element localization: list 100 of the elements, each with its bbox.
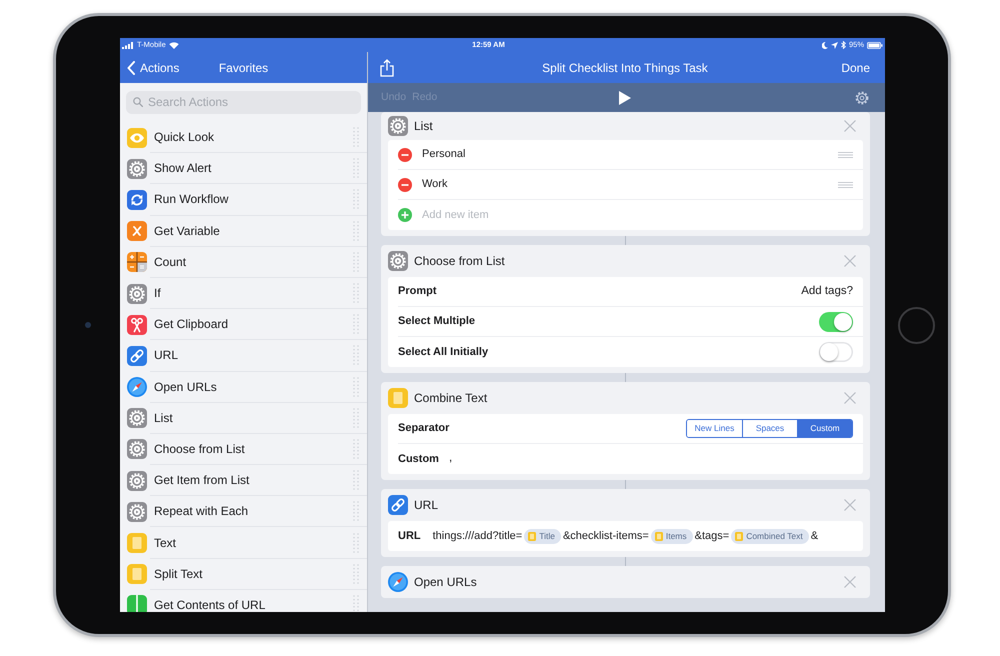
document-icon xyxy=(654,532,663,540)
connector-line xyxy=(625,557,626,566)
list-item-field[interactable]: Personal xyxy=(422,146,838,163)
settings-button[interactable] xyxy=(855,90,869,104)
action-list-item[interactable]: Get Variable xyxy=(120,216,367,247)
list-item-field[interactable]: Work xyxy=(422,176,838,193)
drag-handle-icon[interactable] xyxy=(353,564,359,584)
parameter-field[interactable]: Add tags? xyxy=(436,282,853,300)
close-icon xyxy=(844,255,856,267)
close-icon xyxy=(844,392,856,404)
url-text: &checklist-items= xyxy=(562,528,649,544)
bar-tile-icon xyxy=(127,595,147,612)
action-title: Choose from List xyxy=(414,253,506,270)
action-list-item[interactable]: Show Alert xyxy=(120,153,367,184)
reorder-handle-icon[interactable] xyxy=(838,182,853,188)
parameter-label: Select All Initially xyxy=(398,344,488,360)
url-field[interactable]: things:///add?title= Title &checklist-items= Items &tags= Combined Text & xyxy=(432,528,853,544)
close-button[interactable] xyxy=(844,576,856,588)
search-field[interactable]: Search Actions xyxy=(126,90,361,114)
gear-icon xyxy=(127,408,147,428)
action-list-item[interactable]: Open URLs xyxy=(120,372,367,403)
gear-icon xyxy=(127,158,147,179)
done-button[interactable]: Done xyxy=(841,62,870,74)
drag-handle-icon[interactable] xyxy=(353,376,359,397)
action-title: List xyxy=(414,118,434,135)
close-icon xyxy=(844,499,856,511)
drag-handle-icon[interactable] xyxy=(353,345,359,366)
document-icon xyxy=(388,388,408,408)
toggle-switch[interactable] xyxy=(819,312,853,332)
play-button[interactable] xyxy=(619,90,631,104)
action-list-item[interactable]: Get Contents of URL xyxy=(120,590,367,612)
remove-icon[interactable] xyxy=(398,148,412,162)
action-list-item[interactable]: URL xyxy=(120,340,367,372)
action-list-item[interactable]: Get Item from List xyxy=(120,465,367,496)
scissors-icon xyxy=(127,314,147,335)
back-button[interactable]: Actions xyxy=(127,60,180,74)
action-title: Open URLs xyxy=(414,574,478,591)
action-list-item[interactable]: If xyxy=(120,278,367,310)
home-button[interactable] xyxy=(898,306,935,344)
close-button[interactable] xyxy=(844,499,856,511)
drag-handle-icon[interactable] xyxy=(353,283,359,304)
variable-token[interactable]: Title xyxy=(524,528,561,544)
drag-handle-icon[interactable] xyxy=(353,252,359,272)
drag-handle-icon[interactable] xyxy=(353,470,359,490)
parameter-label: URL xyxy=(398,528,421,544)
action-list-item[interactable]: Split Text xyxy=(120,558,367,590)
eye-icon xyxy=(127,128,147,148)
wifi-icon xyxy=(168,42,179,48)
chevron-left-icon xyxy=(127,60,135,74)
gear-icon xyxy=(388,116,408,136)
drag-handle-icon[interactable] xyxy=(353,189,359,210)
drag-handle-icon[interactable] xyxy=(353,220,359,241)
battery-icon xyxy=(867,42,883,48)
new-item-field[interactable]: Add new item xyxy=(422,206,853,224)
url-text: & xyxy=(810,528,818,544)
variable-token[interactable]: Combined Text xyxy=(731,528,809,544)
close-icon xyxy=(844,120,856,132)
action-list-item[interactable]: Text xyxy=(120,527,367,559)
reorder-handle-icon[interactable] xyxy=(838,152,853,158)
action-list-item[interactable]: Run Workflow xyxy=(120,184,367,216)
action-list-item[interactable]: Get Clipboard xyxy=(120,309,367,340)
toggle-switch[interactable] xyxy=(819,342,853,362)
settings-icon xyxy=(855,90,869,104)
share-icon xyxy=(380,58,394,76)
parameter-label: Custom xyxy=(398,452,439,467)
drag-handle-icon[interactable] xyxy=(353,314,359,334)
url-text: things:///add?title= xyxy=(432,528,522,544)
gear-icon xyxy=(388,251,408,271)
action-list-item[interactable]: List xyxy=(120,402,367,434)
drag-handle-icon[interactable] xyxy=(353,438,359,459)
action-list-item[interactable]: Choose from List xyxy=(120,434,367,466)
share-button[interactable] xyxy=(380,58,394,76)
compass-icon xyxy=(388,572,408,592)
parameter-label: Select Multiple xyxy=(398,314,476,330)
add-icon[interactable] xyxy=(398,208,412,222)
moon-icon xyxy=(822,42,828,48)
document-icon xyxy=(735,532,744,540)
drag-handle-icon[interactable] xyxy=(353,594,359,612)
gear-icon xyxy=(127,284,147,304)
connector-line xyxy=(625,480,626,489)
close-button[interactable] xyxy=(844,392,856,404)
gear-icon xyxy=(127,470,147,491)
drag-handle-icon[interactable] xyxy=(353,158,359,178)
remove-icon[interactable] xyxy=(398,178,412,192)
drag-handle-icon[interactable] xyxy=(353,408,359,428)
action-list-item[interactable]: Count xyxy=(120,246,367,278)
gear-icon xyxy=(127,439,147,460)
close-button[interactable] xyxy=(844,120,856,132)
variable-token[interactable]: Items xyxy=(650,528,693,544)
connector-line xyxy=(625,373,626,382)
action-list-item[interactable]: Repeat with Each xyxy=(120,496,367,528)
close-button[interactable] xyxy=(844,255,856,267)
action-list-item[interactable]: Quick Look xyxy=(120,122,367,154)
segment-option[interactable]: Custom xyxy=(797,420,852,437)
drag-handle-icon[interactable] xyxy=(353,532,359,553)
separator-field[interactable]: , xyxy=(448,450,509,468)
sidebar-title: Favorites xyxy=(218,62,268,74)
drag-handle-icon[interactable] xyxy=(353,501,359,522)
action-title: Combine Text xyxy=(414,390,488,407)
drag-handle-icon[interactable] xyxy=(353,127,359,148)
